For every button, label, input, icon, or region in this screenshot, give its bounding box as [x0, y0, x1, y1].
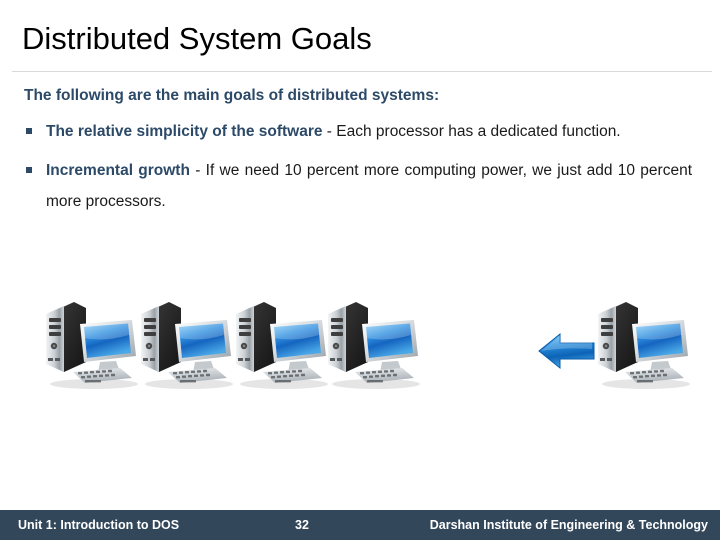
footer-institute-name: Darshan Institute of Engineering & Techn… [429, 518, 708, 532]
computers-illustration [0, 272, 720, 392]
desktop-computer-1 [40, 294, 144, 390]
bullet-term: Incremental growth [46, 162, 190, 179]
slide-canvas: Distributed System Goals The following a… [0, 0, 720, 540]
list-item: Incremental growth - If we need 10 perce… [24, 155, 692, 217]
list-item: The relative simplicity of the software … [24, 116, 692, 147]
footer-page-number: 32 [295, 518, 309, 532]
title-divider [12, 71, 712, 72]
desktop-computer-2 [135, 294, 239, 390]
square-bullet-icon [26, 167, 32, 173]
desktop-computer-4 [322, 294, 426, 390]
bullet-description: - Each processor has a dedicated functio… [322, 123, 621, 140]
page-title: Distributed System Goals [22, 21, 372, 56]
footer-unit-label: Unit 1: Introduction to DOS [18, 518, 180, 532]
goals-bullet-list: The relative simplicity of the software … [24, 116, 692, 217]
desktop-computer-5 [592, 294, 696, 390]
bullet-term: The relative simplicity of the software [46, 123, 323, 140]
footer-bar: Unit 1: Introduction to DOS 32 Darshan I… [0, 510, 720, 540]
left-arrow-icon [536, 328, 598, 374]
square-bullet-icon [26, 128, 32, 134]
intro-text: The following are the main goals of dist… [24, 87, 440, 104]
desktop-computer-3 [230, 294, 334, 390]
slide-body: The following are the main goals of dist… [24, 85, 692, 225]
